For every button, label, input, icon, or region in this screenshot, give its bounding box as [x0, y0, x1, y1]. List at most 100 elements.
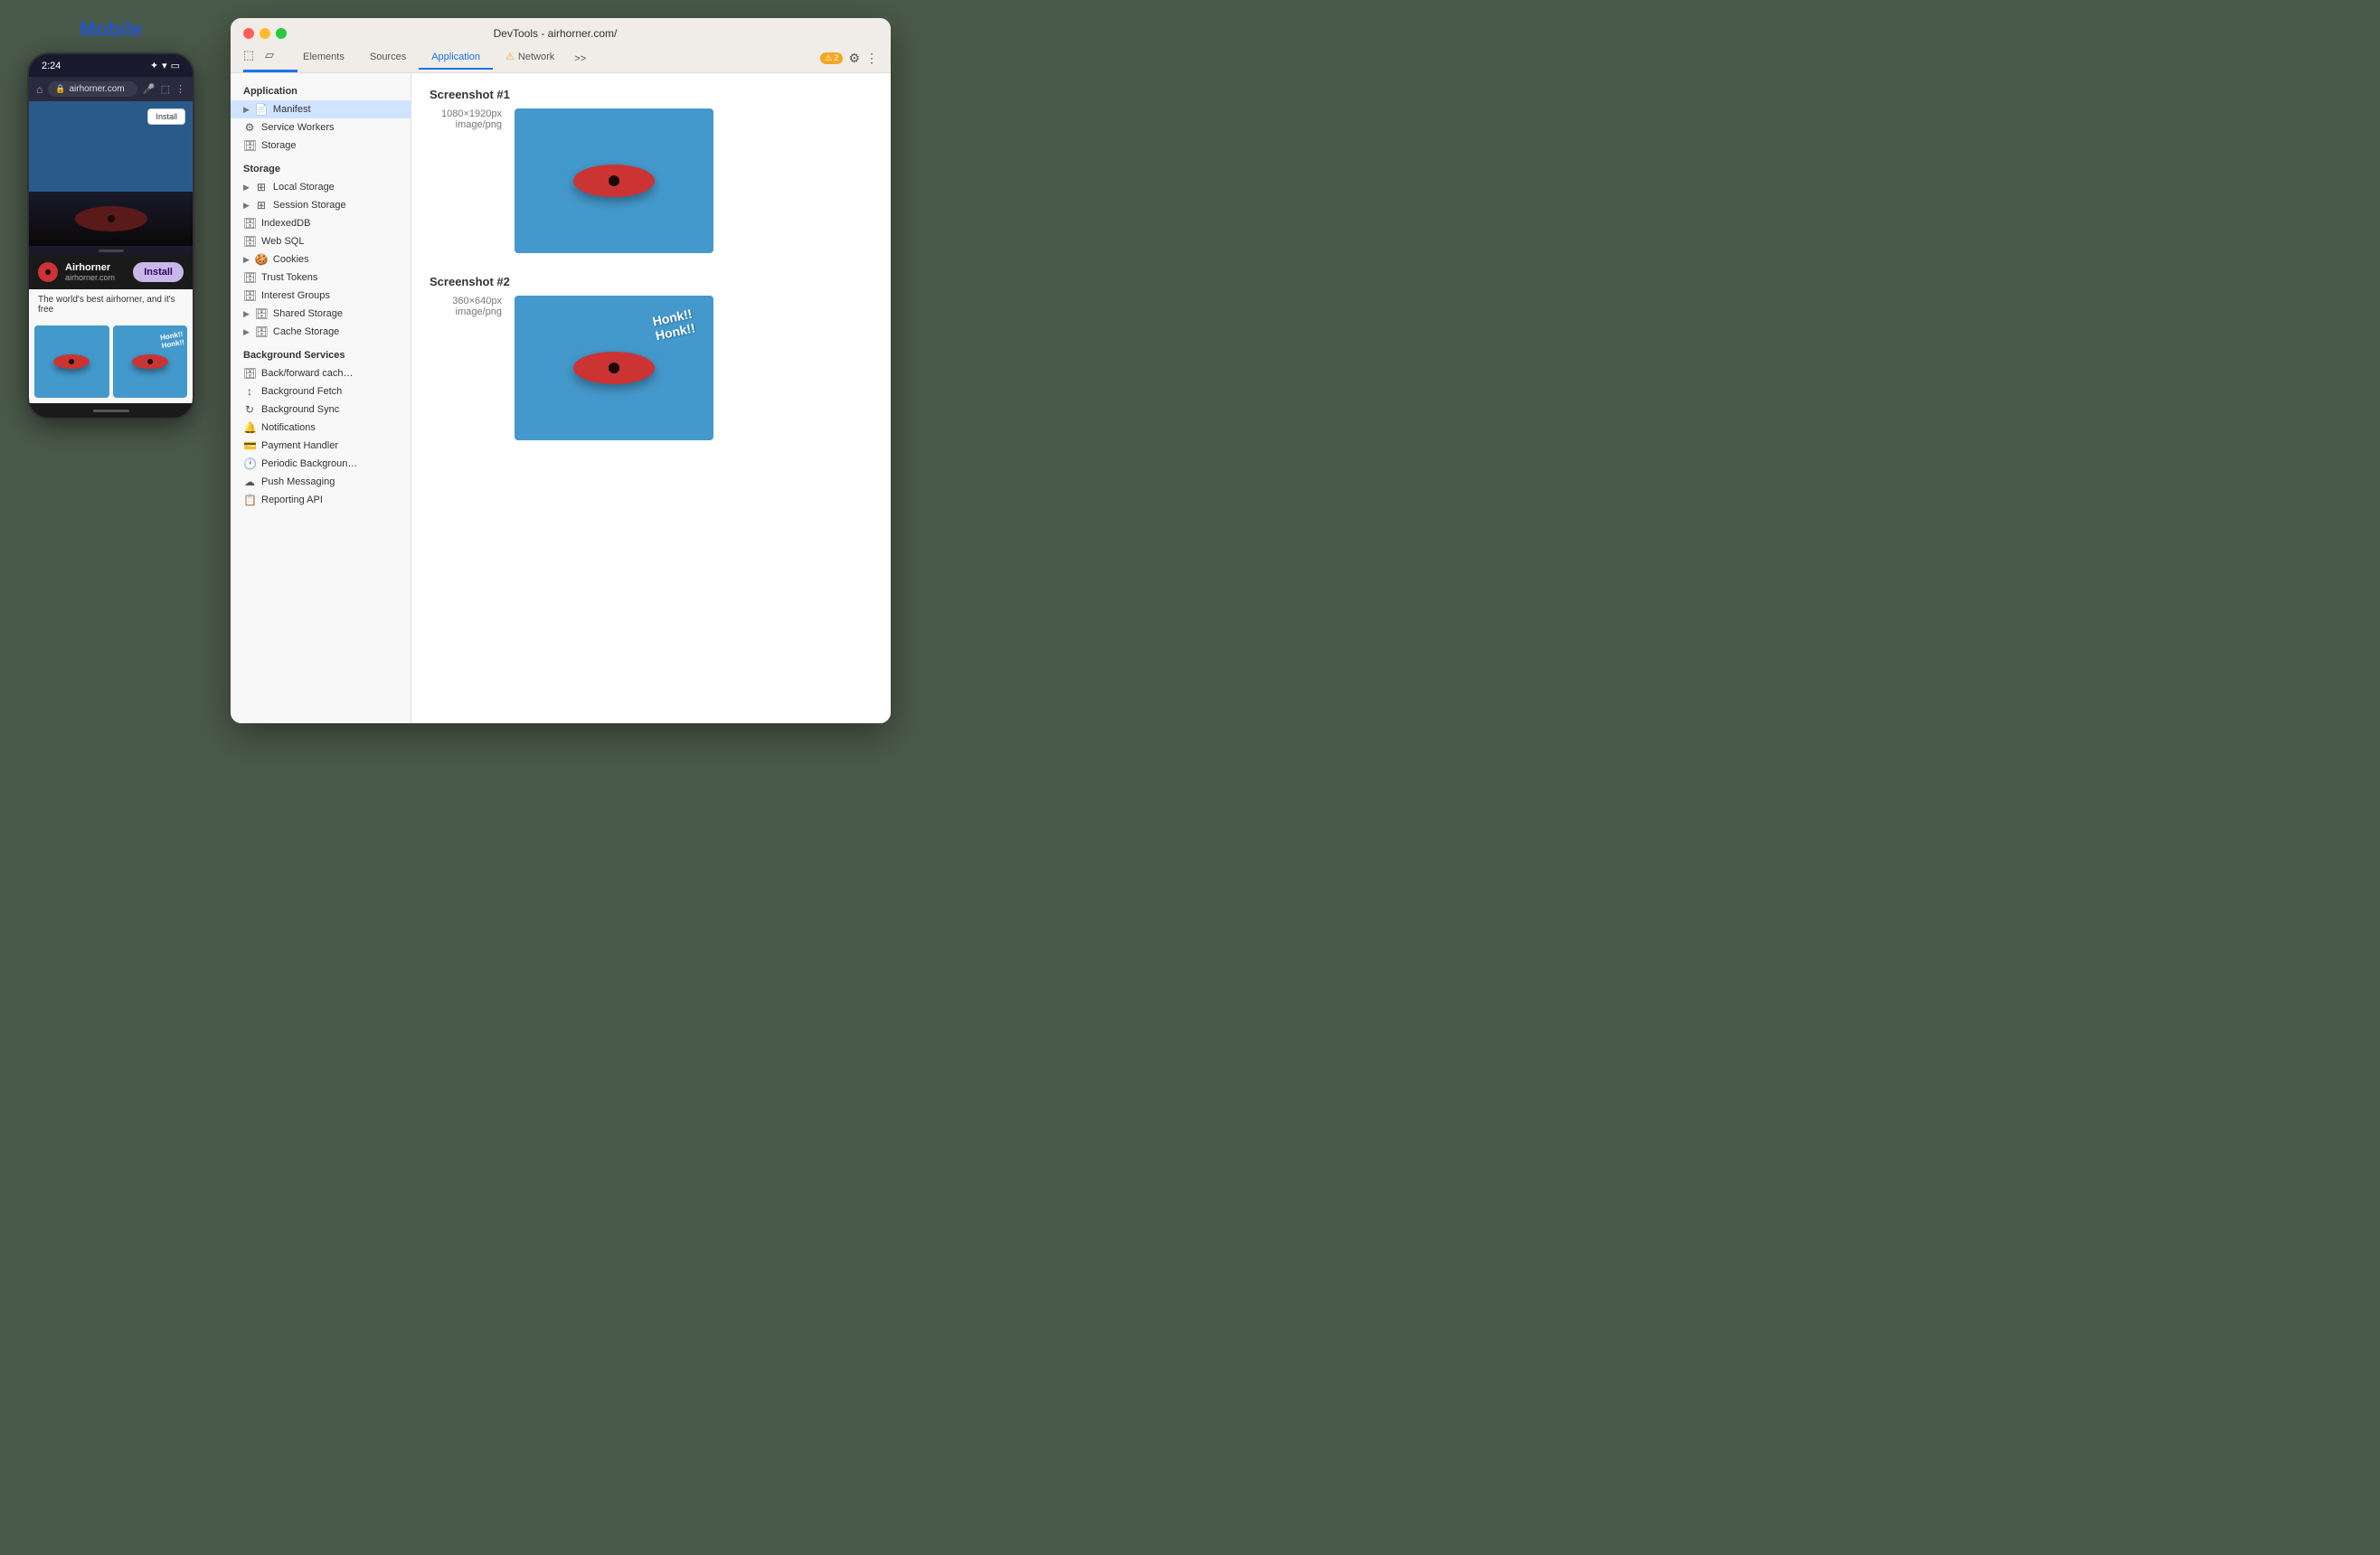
- session-storage-icon: ⊞: [255, 199, 268, 212]
- device-icon[interactable]: ▱: [265, 48, 281, 64]
- phone-screenshots-row: Honk!!Honk!!: [29, 320, 193, 403]
- screenshot-2-info: 360×640px image/png: [430, 296, 502, 317]
- reporting-api-icon: 📋: [243, 494, 256, 506]
- sidebar-section-storage: Storage: [231, 162, 411, 178]
- banner-url: airhorner.com: [65, 273, 115, 282]
- devtools-tab-icons: ⬚ ▱: [243, 48, 281, 70]
- sidebar-item-back-forward-cache[interactable]: 🗄 Back/forward cach…: [231, 364, 411, 382]
- devtools-accent-bar: [243, 70, 298, 72]
- minimize-button[interactable]: [260, 28, 270, 39]
- devtools-tabs-row: ⬚ ▱ Elements Sources Application ⚠ Netwo…: [243, 45, 878, 70]
- devtools-sidebar: Application ▶ 📄 Manifest ⚙ Service Worke…: [231, 73, 411, 723]
- banner-icon-dot: [45, 269, 51, 275]
- tab-application[interactable]: Application: [419, 46, 493, 70]
- mobile-section: Mobile 2:24 ✦ ▾ ▭ ⌂ 🔒 airhorner.com 🎤 ⬚ …: [27, 18, 194, 419]
- microphone-icon[interactable]: 🎤: [143, 83, 156, 95]
- background-fetch-icon: ↕: [243, 385, 256, 398]
- phone-address-bar: ⌂ 🔒 airhorner.com 🎤 ⬚ ⋮: [29, 77, 193, 101]
- tab-network[interactable]: ⚠ Network: [493, 45, 567, 70]
- phone-install-banner: Airhorner airhorner.com Install: [29, 255, 193, 289]
- warning-badge: ⚠ 2: [820, 52, 844, 64]
- background-sync-icon: ↻: [243, 403, 256, 416]
- sidebar-item-notifications[interactable]: 🔔 Notifications: [231, 419, 411, 437]
- sidebar-item-payment-handler[interactable]: 💳 Payment Handler: [231, 437, 411, 455]
- payment-handler-icon: 💳: [243, 439, 256, 452]
- phone-time: 2:24: [42, 61, 61, 71]
- pull-handle: [29, 246, 193, 255]
- tab-switcher-icon[interactable]: ⬚: [161, 83, 170, 95]
- interest-groups-icon: 🗄: [243, 289, 256, 302]
- more-options-icon[interactable]: ⋮: [865, 51, 878, 66]
- banner-left: Airhorner airhorner.com: [38, 262, 115, 282]
- devtools-window: DevTools - airhorner.com/ ⬚ ▱ Elements S…: [231, 18, 891, 723]
- sidebar-item-shared-storage[interactable]: ▶ 🗄 Shared Storage: [231, 305, 411, 323]
- screenshot-2-horn: [573, 352, 655, 384]
- notifications-icon: 🔔: [243, 421, 256, 434]
- phone-horn-1: [53, 354, 90, 369]
- sidebar-section-background: Background Services: [231, 348, 411, 364]
- cookies-icon: 🍪: [255, 253, 268, 266]
- tab-more[interactable]: >>: [567, 48, 593, 70]
- screenshot-image-2: Honk!!Honk!!: [515, 296, 713, 440]
- horn-dot: [108, 215, 115, 222]
- sidebar-item-interest-groups[interactable]: 🗄 Interest Groups: [231, 287, 411, 305]
- sidebar-item-periodic-background[interactable]: 🕐 Periodic Backgroun…: [231, 455, 411, 473]
- bluetooth-icon: ✦: [150, 60, 158, 71]
- settings-icon[interactable]: ⚙: [848, 51, 860, 66]
- trust-tokens-icon: 🗄: [243, 271, 256, 284]
- sidebar-item-cookies[interactable]: ▶ 🍪 Cookies: [231, 250, 411, 269]
- devtools-main: Screenshot #1 1080×1920px image/png Scre…: [411, 73, 891, 723]
- phone-horn-2: [132, 354, 168, 369]
- screenshot-1-dims: 1080×1920px: [430, 108, 502, 119]
- wifi-icon: ▾: [162, 60, 167, 71]
- sidebar-item-manifest[interactable]: ▶ 📄 Manifest: [231, 100, 411, 118]
- sidebar-item-trust-tokens[interactable]: 🗄 Trust Tokens: [231, 269, 411, 287]
- sidebar-item-web-sql[interactable]: 🗄 Web SQL: [231, 232, 411, 250]
- sidebar-item-indexeddb[interactable]: 🗄 IndexedDB: [231, 214, 411, 232]
- tab-sources[interactable]: Sources: [357, 46, 419, 70]
- local-storage-arrow-icon: ▶: [243, 183, 250, 193]
- sidebar-divider-1: [231, 155, 411, 162]
- phone-url-box[interactable]: 🔒 airhorner.com: [48, 81, 137, 97]
- phone-status-bar: 2:24 ✦ ▾ ▭: [29, 54, 193, 77]
- maximize-button[interactable]: [276, 28, 287, 39]
- local-storage-icon: ⊞: [255, 181, 268, 193]
- install-button-banner[interactable]: Install: [133, 262, 184, 282]
- cursor-icon[interactable]: ⬚: [243, 48, 260, 64]
- home-bar-pill: [93, 410, 129, 412]
- banner-app-icon: [38, 262, 58, 282]
- manifest-arrow-icon: ▶: [243, 105, 250, 115]
- periodic-background-icon: 🕐: [243, 457, 256, 470]
- screenshot-1-type: image/png: [430, 119, 502, 130]
- screenshot-2-meta: 360×640px image/png Honk!!Honk!!: [430, 296, 873, 440]
- mobile-phone: 2:24 ✦ ▾ ▭ ⌂ 🔒 airhorner.com 🎤 ⬚ ⋮ Insta…: [27, 52, 194, 419]
- phone-screenshot-2: Honk!!Honk!!: [113, 325, 188, 398]
- traffic-lights: [243, 28, 287, 39]
- phone-url-text: airhorner.com: [69, 84, 124, 94]
- screenshot-section-2: Screenshot #2 360×640px image/png Honk!!…: [430, 275, 873, 440]
- service-workers-gear-icon: ⚙: [243, 121, 256, 134]
- sidebar-divider-2: [231, 341, 411, 348]
- home-icon: ⌂: [36, 83, 42, 96]
- manifest-file-icon: 📄: [255, 103, 268, 116]
- sidebar-item-reporting-api[interactable]: 📋 Reporting API: [231, 491, 411, 509]
- install-button-top[interactable]: Install: [147, 108, 185, 125]
- phone-menu-icon[interactable]: ⋮: [175, 83, 185, 95]
- web-sql-icon: 🗄: [243, 235, 256, 248]
- sidebar-item-service-workers[interactable]: ⚙ Service Workers: [231, 118, 411, 137]
- close-button[interactable]: [243, 28, 254, 39]
- lock-icon: 🔒: [55, 84, 65, 94]
- sidebar-item-push-messaging[interactable]: ☁ Push Messaging: [231, 473, 411, 491]
- sidebar-item-session-storage[interactable]: ▶ ⊞ Session Storage: [231, 196, 411, 214]
- tab-elements[interactable]: Elements: [290, 46, 357, 70]
- devtools-title: DevTools - airhorner.com/: [494, 27, 618, 40]
- battery-icon: ▭: [171, 60, 180, 71]
- sidebar-item-background-sync[interactable]: ↻ Background Sync: [231, 401, 411, 419]
- shared-storage-arrow-icon: ▶: [243, 309, 250, 319]
- sidebar-item-background-fetch[interactable]: ↕ Background Fetch: [231, 382, 411, 401]
- devtools-body: Application ▶ 📄 Manifest ⚙ Service Worke…: [231, 73, 891, 723]
- sidebar-item-cache-storage[interactable]: ▶ 🗄 Cache Storage: [231, 323, 411, 341]
- sidebar-item-local-storage[interactable]: ▶ ⊞ Local Storage: [231, 178, 411, 196]
- sidebar-item-storage[interactable]: 🗄 Storage: [231, 137, 411, 155]
- phone-home-bar: [29, 403, 193, 418]
